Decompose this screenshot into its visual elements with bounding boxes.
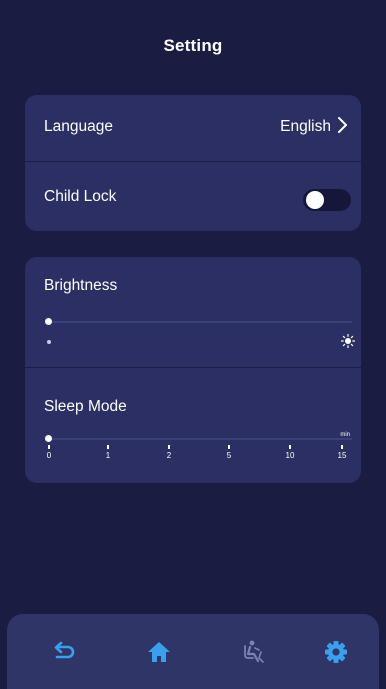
toggle-knob: [306, 191, 324, 209]
sleep-tick-label: 2: [166, 451, 172, 460]
sleep-mode-slider[interactable]: [46, 438, 352, 440]
language-label: Language: [44, 118, 113, 135]
sleep-tick: [48, 445, 50, 449]
gear-icon[interactable]: [322, 638, 350, 666]
brightness-label: Brightness: [44, 277, 118, 294]
brightness-low-icon: [47, 340, 51, 344]
home-icon[interactable]: [145, 638, 173, 666]
sleep-tick-label: 1: [105, 451, 111, 460]
sleep-tick: [228, 445, 230, 449]
sleep-tick: [168, 445, 170, 449]
brightness-slider-knob[interactable]: [45, 318, 52, 325]
sleep-tick-label: 5: [226, 451, 232, 460]
brightness-slider[interactable]: [46, 321, 352, 323]
language-value: English: [280, 118, 331, 135]
sleep-mode-row: Sleep Mode 0 1 2 5 10 15 min: [25, 368, 361, 483]
sleep-tick: [107, 445, 109, 449]
sleep-mode-slider-knob[interactable]: [45, 435, 52, 442]
page-title: Setting: [163, 36, 223, 55]
bottom-nav: [7, 614, 379, 689]
chevron-right-icon: [338, 117, 347, 133]
brightness-row: Brightness: [25, 257, 361, 367]
language-row[interactable]: Language English: [25, 95, 361, 161]
back-icon[interactable]: [49, 638, 77, 666]
child-lock-toggle[interactable]: [303, 189, 351, 211]
sleep-tick: [289, 445, 291, 449]
sleep-tick-label: 0: [46, 451, 52, 460]
sleep-tick-label: 10: [285, 451, 295, 460]
child-lock-label: Child Lock: [44, 188, 117, 205]
display-settings-card: Brightness Sleep Mode 0 1 2 5 10 15 min: [25, 257, 361, 483]
child-lock-row: Child Lock: [25, 162, 361, 231]
brightness-high-icon: [341, 334, 355, 348]
sleep-mode-label: Sleep Mode: [44, 398, 127, 415]
sleep-unit-label: min: [340, 432, 350, 438]
sleep-tick: [341, 445, 343, 449]
sleep-tick-label: 15: [337, 451, 347, 460]
general-settings-card: Language English Child Lock: [25, 95, 361, 231]
massage-chair-icon[interactable]: [239, 638, 267, 666]
